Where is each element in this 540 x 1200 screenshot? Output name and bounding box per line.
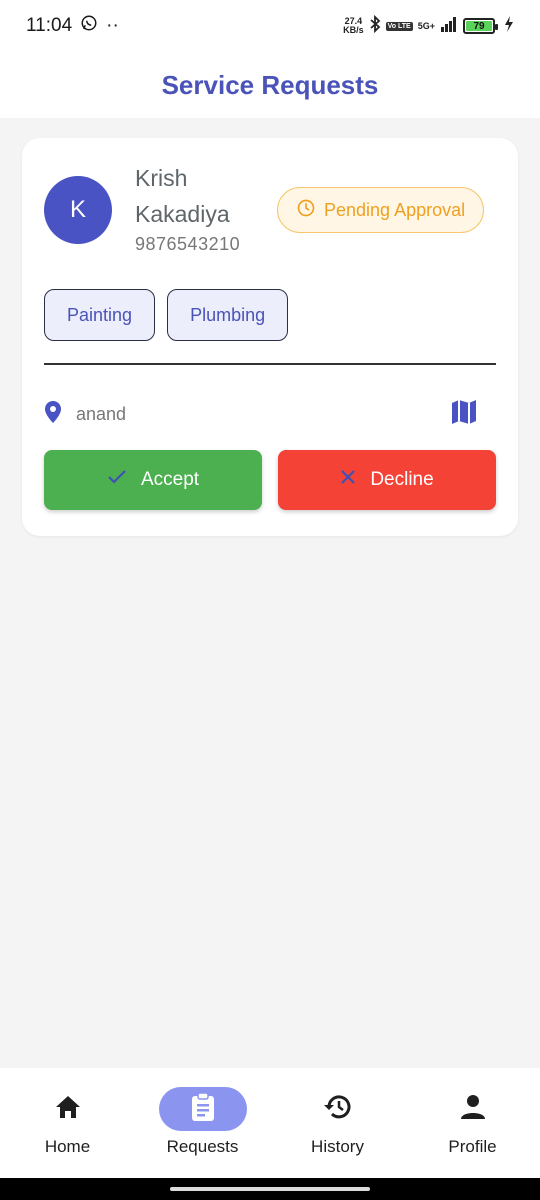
battery-icon: 79 (463, 18, 498, 34)
request-card: K Krish Kakadiya 9876543210 Pending Appr… (22, 138, 518, 536)
avatar: K (44, 176, 112, 244)
net-speed: 27.4 KB/s (343, 17, 364, 35)
decline-button[interactable]: Decline (278, 450, 496, 510)
map-icon[interactable] (450, 399, 478, 430)
notification-dots: ·· (106, 15, 119, 36)
battery-level: 79 (466, 21, 492, 32)
gesture-bar (0, 1178, 540, 1200)
service-tags: Painting Plumbing (44, 289, 289, 341)
bluetooth-icon (369, 14, 381, 38)
clock-icon (296, 198, 316, 223)
status-right: 27.4 KB/s Vo LTE 5G+ 79 (343, 14, 514, 38)
nav-label: Profile (448, 1137, 497, 1156)
nav-icon-container-active (158, 1087, 247, 1131)
accept-label: Accept (140, 469, 200, 490)
location-pin-icon (44, 400, 62, 429)
nav-item-requests[interactable]: Requests (135, 1068, 270, 1178)
history-icon (323, 1093, 353, 1126)
customer-name: Krish Kakadiya (135, 165, 230, 227)
status-bar: 11:04 ·· 27.4 KB/s Vo LTE 5G+ 79 (0, 0, 540, 52)
status-badge: Pending Approval (277, 187, 485, 233)
decline-label: Decline (370, 469, 434, 490)
action-buttons: Accept Decline (44, 450, 496, 510)
nav-item-profile[interactable]: Profile (405, 1068, 540, 1178)
nav-label: Home (44, 1137, 91, 1156)
service-tag: Painting (44, 289, 156, 341)
nav-label: Requests (166, 1137, 239, 1156)
status-time: 11:04 (26, 15, 73, 36)
bottom-nav: Home Requests History Profile (0, 1068, 540, 1178)
nav-item-home[interactable]: Home (0, 1068, 135, 1178)
nav-icon-container (294, 1087, 382, 1131)
accept-button[interactable]: Accept (44, 450, 262, 510)
status-label: Pending Approval (324, 199, 466, 220)
person-icon (460, 1094, 486, 1125)
nav-label: History (311, 1137, 364, 1156)
location-text: anand (76, 403, 127, 424)
charging-icon (504, 15, 514, 37)
customer-phone: 9876543210 (135, 234, 241, 254)
volte-badge: Vo LTE (385, 21, 413, 31)
home-icon (54, 1094, 82, 1125)
close-icon (340, 469, 356, 491)
network-type: 5G+ (417, 21, 435, 31)
whatsapp-icon (80, 14, 98, 38)
check-icon (107, 469, 127, 491)
page-title: Service Requests (161, 69, 379, 100)
home-indicator[interactable] (170, 1187, 370, 1191)
nav-item-history[interactable]: History (270, 1068, 405, 1178)
location-row: anand (44, 396, 496, 432)
nav-icon-container (429, 1087, 517, 1131)
service-tag: Plumbing (167, 289, 289, 341)
signal-icon (440, 16, 458, 37)
nav-icon-container (24, 1087, 112, 1131)
net-speed-unit: KB/s (343, 25, 364, 35)
clipboard-icon (190, 1091, 216, 1127)
divider (44, 363, 496, 365)
status-left: 11:04 ·· (26, 14, 119, 38)
app-bar: Service Requests (0, 52, 540, 118)
